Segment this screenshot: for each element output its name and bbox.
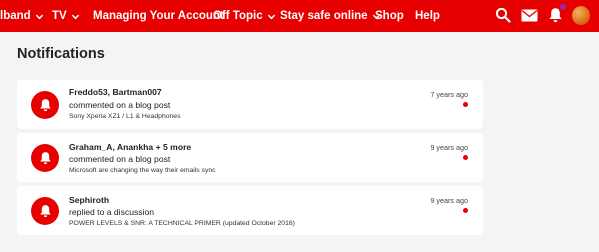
avatar-image (572, 5, 590, 25)
nav-item-shop[interactable]: Shop (375, 0, 404, 32)
nav-item-stay-safe-online[interactable]: Stay safe online (280, 0, 381, 32)
nav-item-label: Managing Your Account (93, 10, 224, 22)
notification-action: replied to a discussion (69, 207, 155, 217)
notification-badge (31, 197, 59, 225)
notification-time: 7 years ago (430, 90, 468, 99)
nav-item-off-topic[interactable]: Off Topic (213, 0, 276, 32)
notification-action: commented on a blog post (69, 154, 171, 164)
unread-dot (463, 208, 468, 213)
notification-subject[interactable]: Microsoft are changing the way their ema… (69, 167, 216, 174)
mail-icon[interactable] (520, 6, 538, 24)
chevron-down-icon (35, 14, 43, 19)
bell-icon[interactable] (546, 4, 566, 24)
nav-item-help[interactable]: Help (415, 0, 440, 32)
notification-authors[interactable]: Graham_A, Anankha + 5 more (69, 142, 191, 152)
nav-item-label: lband (0, 10, 31, 22)
notification-item[interactable]: Freddo53, Bartman007 commented on a blog… (17, 80, 483, 129)
top-nav: lband TV Managing Your Account Off Topic… (0, 0, 599, 32)
notification-item[interactable]: Graham_A, Anankha + 5 more commented on … (17, 133, 483, 182)
chevron-down-icon (267, 14, 275, 19)
notification-subject[interactable]: POWER LEVELS & SNR: A TECHNICAL PRIMER (… (69, 220, 295, 227)
notification-item[interactable]: Sephiroth replied to a discussion POWER … (17, 186, 483, 235)
notification-action: commented on a blog post (69, 100, 171, 110)
bell-icon (39, 205, 51, 218)
notification-authors[interactable]: Sephiroth (69, 195, 109, 205)
page-title: Notifications (17, 46, 105, 62)
unread-dot (463, 155, 468, 160)
unread-dot (463, 102, 468, 107)
nav-item-lband[interactable]: lband (0, 0, 44, 32)
notification-subject[interactable]: Sony Xperia XZ1 / L1 & Headphones (69, 113, 180, 120)
unread-indicator (560, 4, 566, 10)
nav-item-label: Off Topic (213, 10, 263, 22)
nav-item-tv[interactable]: TV (52, 0, 80, 32)
nav-item-managing-your-account[interactable]: Managing Your Account (93, 0, 224, 32)
notification-time: 9 years ago (430, 143, 468, 152)
nav-item-label: TV (52, 10, 67, 22)
search-icon[interactable] (494, 6, 512, 24)
nav-item-label: Help (415, 10, 440, 22)
notification-badge (31, 91, 59, 119)
bell-icon (39, 152, 51, 165)
nav-item-label: Shop (375, 10, 404, 22)
notification-authors[interactable]: Freddo53, Bartman007 (69, 87, 162, 97)
nav-item-label: Stay safe online (280, 10, 368, 22)
chevron-down-icon (71, 14, 79, 19)
notification-badge (31, 144, 59, 172)
avatar[interactable] (572, 5, 590, 25)
notification-time: 9 years ago (430, 196, 468, 205)
bell-icon (39, 99, 51, 112)
